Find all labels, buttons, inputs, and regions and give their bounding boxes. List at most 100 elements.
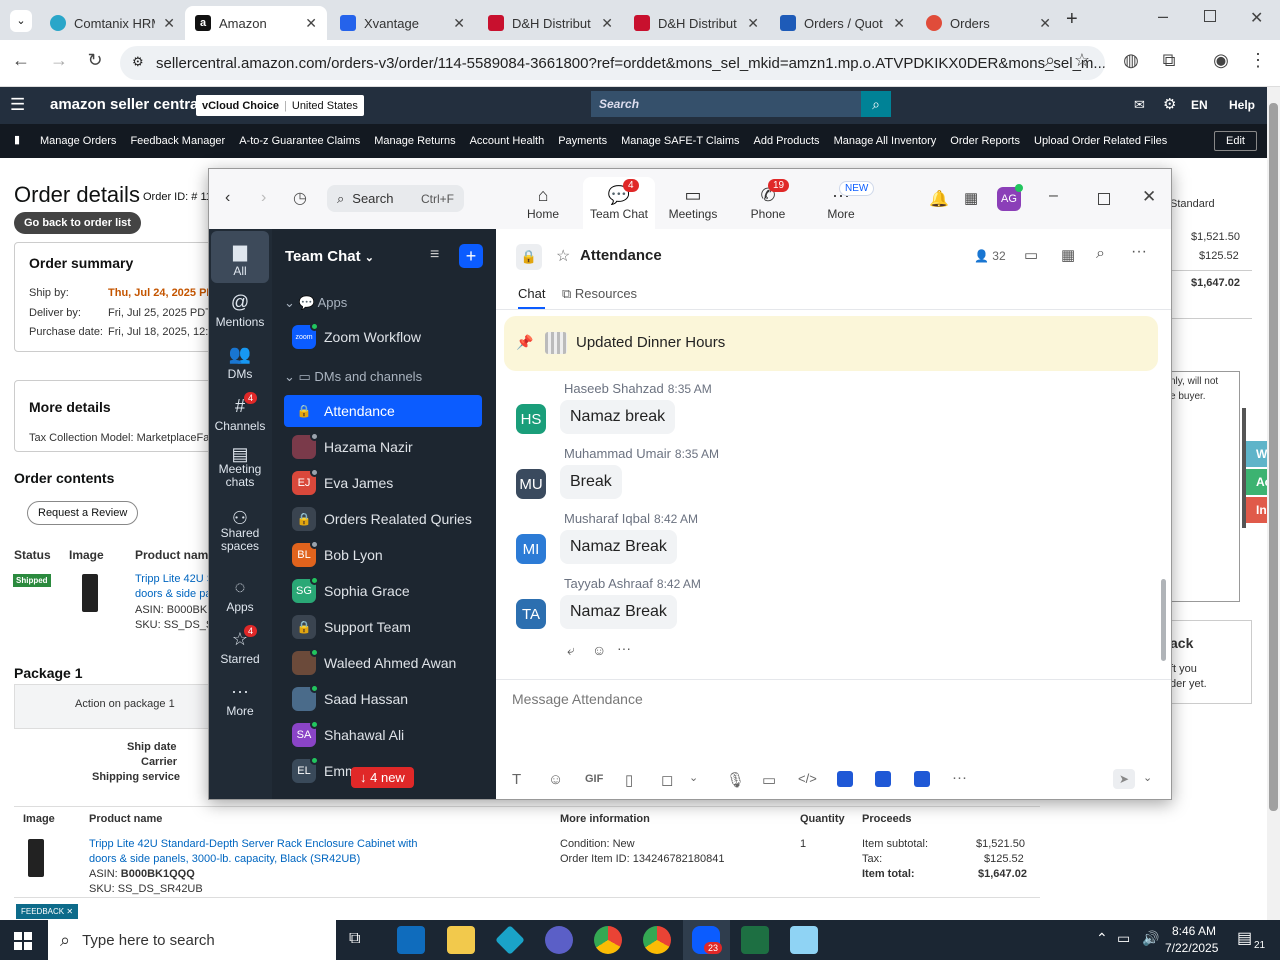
close-icon[interactable]: ✕: [601, 15, 613, 32]
hamburger-icon[interactable]: ☰: [10, 95, 25, 115]
url-field[interactable]: ⚙ sellercentral.amazon.com/orders-v3/ord…: [120, 46, 1105, 80]
clock-time[interactable]: 8:46 AM: [1172, 924, 1216, 938]
app-icon-3[interactable]: [914, 771, 930, 787]
clock-date[interactable]: 7/22/2025: [1165, 941, 1218, 955]
avatar[interactable]: HS: [516, 404, 546, 434]
notepad-icon[interactable]: [790, 926, 818, 954]
zoom-search-input[interactable]: ⌕ Search Ctrl+F: [327, 185, 464, 212]
minimize-icon[interactable]: –: [1158, 6, 1168, 27]
product-link[interactable]: Tripp Lite 42U S: [135, 573, 214, 585]
rail-channels[interactable]: # Channels 4: [211, 392, 269, 433]
bookmark-star-icon[interactable]: ☆: [1069, 50, 1095, 71]
rail-mentions[interactable]: @ Mentions: [211, 292, 269, 329]
zoom-tab-phone[interactable]: ✆ Phone 19: [738, 179, 798, 221]
list-item-shahawal-ali[interactable]: SA Shahawal Ali: [284, 719, 482, 751]
rail-more[interactable]: ··· More: [211, 681, 269, 718]
browser-menu-icon[interactable]: ⋮: [1245, 50, 1271, 71]
nav-az-claims[interactable]: A-to-z Guarantee Claims: [239, 135, 360, 147]
settings-gear-icon[interactable]: ⚙: [1163, 95, 1176, 113]
outlook-icon[interactable]: [397, 926, 425, 954]
chrome-profile-icon[interactable]: [643, 926, 671, 954]
nav-manage-orders[interactable]: Manage Orders: [40, 135, 116, 147]
request-review-button[interactable]: Request a Review: [27, 501, 139, 525]
msg-more-icon[interactable]: ···: [617, 640, 631, 656]
close-icon[interactable]: ✕: [163, 15, 175, 32]
tab-amazon[interactable]: a Amazon ✕: [185, 6, 327, 40]
avatar[interactable]: MI: [516, 534, 546, 564]
store-switcher[interactable]: vCloud Choice | United States: [196, 95, 364, 116]
translate-icon[interactable]: ◍: [1118, 50, 1144, 71]
rail-starred[interactable]: ☆ Starred 4: [211, 625, 269, 666]
list-item-eva-james[interactable]: EJ Eva James: [284, 467, 482, 499]
pinned-message[interactable]: 📌 Updated Dinner Hours: [504, 316, 1158, 371]
product-title-link[interactable]: Tripp Lite 42U Standard-Depth Server Rac…: [89, 838, 418, 850]
nav-upload-files[interactable]: Upload Order Related Files: [1034, 135, 1167, 147]
nav-feedback-manager[interactable]: Feedback Manager: [130, 135, 225, 147]
channel-title[interactable]: Attendance: [580, 247, 662, 264]
rail-shared-spaces[interactable]: ⚇ Shared spaces: [211, 509, 269, 553]
zoom-tab-home[interactable]: ⌂ Home: [513, 185, 573, 221]
list-item-sophia-grace[interactable]: SG Sophia Grace: [284, 575, 482, 607]
history-icon[interactable]: ◷: [293, 188, 307, 208]
tab-dh-2[interactable]: D&H Distribut ✕: [624, 6, 769, 40]
nav-manage-returns[interactable]: Manage Returns: [374, 135, 455, 147]
new-chat-button[interactable]: +: [459, 244, 483, 268]
nav-add-products[interactable]: Add Products: [754, 135, 820, 147]
code-icon[interactable]: </>: [798, 771, 817, 786]
teams-icon[interactable]: [545, 926, 573, 954]
search-button[interactable]: ⌕: [861, 91, 891, 117]
reload-icon[interactable]: ↻: [82, 50, 108, 71]
list-item-attendance[interactable]: 🔒 Attendance: [284, 395, 482, 427]
extensions-icon[interactable]: ⧉: [1156, 50, 1182, 71]
message-input[interactable]: Message Attendance: [512, 691, 643, 707]
nav-payments[interactable]: Payments: [558, 135, 607, 147]
chat-message[interactable]: MI Musharaf Iqbal 8:42 AM Namaz Break: [516, 511, 1116, 571]
calendar-schedule-icon[interactable]: ▦: [1061, 246, 1075, 264]
tab-comtanix[interactable]: Comtanix HRM ✕: [40, 6, 185, 40]
tab-chat[interactable]: Chat: [518, 286, 546, 309]
send-options-icon[interactable]: ⌄: [1143, 771, 1152, 784]
members-count[interactable]: 👤 32: [974, 249, 1006, 263]
site-info-icon[interactable]: ⚙: [132, 54, 144, 70]
chevron-down-icon[interactable]: ⌄: [689, 771, 698, 784]
section-apps[interactable]: ⌄ 💬 Apps: [284, 295, 347, 311]
edit-button[interactable]: Edit: [1214, 131, 1257, 151]
app-diamond-icon[interactable]: [495, 925, 525, 955]
bookmark-icon[interactable]: ▮: [14, 133, 20, 146]
chat-message[interactable]: MU Muhammad Umair 8:35 AM Break: [516, 446, 1116, 506]
gif-icon[interactable]: GIF: [585, 773, 603, 785]
zoom-back-icon[interactable]: ‹: [225, 189, 230, 207]
nav-account-health[interactable]: Account Health: [470, 135, 545, 147]
mail-icon[interactable]: ✉: [1134, 97, 1145, 113]
side-button-ina[interactable]: In A: [1246, 497, 1267, 523]
zoom-forward-icon[interactable]: ›: [261, 189, 266, 207]
windows-start-icon[interactable]: [14, 932, 32, 950]
rail-dms[interactable]: 👥 DMs: [211, 344, 269, 381]
chrome-icon[interactable]: [594, 926, 622, 954]
zoom-maximize-icon[interactable]: [1098, 193, 1110, 205]
file-explorer-icon[interactable]: [447, 926, 475, 954]
app-icon-2[interactable]: [875, 771, 891, 787]
new-messages-button[interactable]: ↓ 4 new: [351, 767, 414, 788]
nav-order-reports[interactable]: Order Reports: [950, 135, 1020, 147]
team-chat-title[interactable]: Team Chat ⌄: [285, 248, 374, 265]
close-icon[interactable]: ✕: [893, 15, 905, 32]
amazon-logo[interactable]: amazon seller central: [50, 96, 203, 113]
volume-icon[interactable]: 🔊: [1142, 930, 1159, 947]
mic-icon[interactable]: 🎙: [726, 771, 745, 789]
chat-search-icon[interactable]: ⌕: [1096, 245, 1105, 263]
rail-meeting-chats[interactable]: ▤ Meeting chats: [211, 445, 269, 489]
video-call-icon[interactable]: ▭: [1024, 246, 1038, 264]
profile-icon[interactable]: ◉: [1208, 50, 1234, 71]
file-icon[interactable]: ▯: [625, 771, 633, 789]
page-scrollbar[interactable]: [1267, 87, 1280, 920]
star-channel-icon[interactable]: ☆: [556, 246, 570, 266]
rail-apps[interactable]: ◌ Apps: [211, 577, 269, 614]
bell-icon[interactable]: 🔔: [929, 189, 949, 209]
close-window-icon[interactable]: ✕: [1250, 8, 1263, 28]
chat-message[interactable]: TA Tayyab Ashraaf 8:42 AM Namaz Break: [516, 576, 1116, 636]
close-icon[interactable]: ✕: [747, 15, 759, 32]
zoom-close-icon[interactable]: ✕: [1142, 187, 1156, 207]
excel-icon[interactable]: [741, 926, 769, 954]
new-tab-icon[interactable]: +: [1066, 8, 1078, 31]
